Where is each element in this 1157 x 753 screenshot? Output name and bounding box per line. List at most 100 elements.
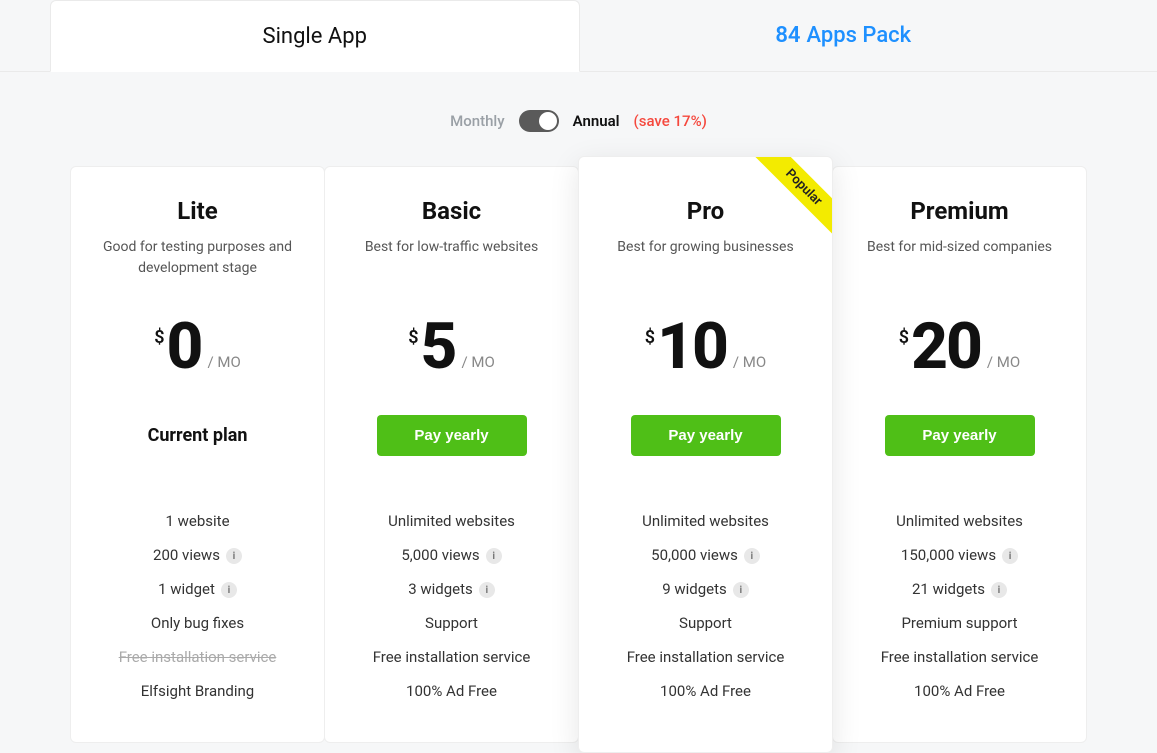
tab-pack-count: 84 xyxy=(775,23,800,48)
currency-symbol: $ xyxy=(154,327,164,348)
plan-price: 20 xyxy=(911,315,981,379)
feature-item: 150,000 views i xyxy=(849,538,1070,572)
feature-item: Only bug fixes xyxy=(87,606,308,640)
feature-item: Free installation service xyxy=(849,640,1070,674)
plan-desc: Best for mid-sized companies xyxy=(849,237,1070,279)
plan-card-pro: PopularProBest for growing businesses$10… xyxy=(578,156,833,753)
plan-features: 1 website 200 views i 1 widget i Only bug fix… xyxy=(87,504,308,708)
feature-item: 5,000 views i xyxy=(341,538,562,572)
plan-price-row: $10 / MO xyxy=(595,315,816,379)
plan-price: 5 xyxy=(421,315,456,379)
plan-price-row: $20/ MO xyxy=(849,315,1070,379)
feature-text: Free installation service xyxy=(881,648,1039,666)
pay-yearly-button[interactable]: Pay yearly xyxy=(631,415,781,456)
feature-item: Support xyxy=(595,606,816,640)
info-icon[interactable]: i xyxy=(991,582,1007,598)
feature-text: Unlimited websites xyxy=(896,512,1023,530)
plans-grid: LiteGood for testing purposes and develo… xyxy=(0,166,1157,743)
info-icon[interactable]: i xyxy=(744,548,760,564)
feature-text: 100% Ad Free xyxy=(660,682,751,700)
feature-text: Unlimited websites xyxy=(642,512,769,530)
feature-text: Free installation service xyxy=(627,648,785,666)
feature-text: 100% Ad Free xyxy=(406,682,497,700)
feature-text: 5,000 views xyxy=(401,546,479,564)
plan-features: Unlimited websites 5,000 views i 3 widgets i… xyxy=(341,504,562,708)
pricing-tabs: Single App 84 Apps Pack xyxy=(0,0,1157,72)
billing-annual-label[interactable]: Annual xyxy=(573,112,620,130)
feature-item: Unlimited websites xyxy=(849,504,1070,538)
plan-features: Unlimited websites150,000 viewsi21 widge… xyxy=(849,504,1070,708)
feature-item: Premium support xyxy=(849,606,1070,640)
plan-price: 0 xyxy=(167,315,202,379)
plan-price: 10 xyxy=(657,315,727,379)
pay-yearly-button[interactable]: Pay yearly xyxy=(885,415,1035,456)
feature-text: Only bug fixes xyxy=(151,614,244,632)
feature-item: Unlimited websites xyxy=(341,504,562,538)
info-icon[interactable]: i xyxy=(733,582,749,598)
plan-card-lite: LiteGood for testing purposes and develo… xyxy=(70,166,325,743)
tab-pack-label: Apps Pack xyxy=(806,23,911,48)
feature-text: 1 website xyxy=(165,512,229,530)
feature-item: 21 widgets i xyxy=(849,572,1070,606)
info-icon[interactable]: i xyxy=(221,582,237,598)
feature-text: 100% Ad Free xyxy=(914,682,1005,700)
billing-save-note: (save 17%) xyxy=(634,112,707,130)
feature-text: 150,000 views xyxy=(901,546,996,564)
feature-text: Premium support xyxy=(901,614,1017,632)
feature-text: 50,000 views xyxy=(651,546,738,564)
feature-text: 1 widget xyxy=(158,580,215,598)
plan-period: / MO xyxy=(733,353,766,371)
tab-single-app-label: Single App xyxy=(263,24,367,49)
feature-item: Unlimited websites xyxy=(595,504,816,538)
feature-item: Free installation service xyxy=(87,640,308,674)
plan-period: / MO xyxy=(207,353,240,371)
info-icon[interactable]: i xyxy=(1002,548,1018,564)
feature-item: 100% Ad Free xyxy=(849,674,1070,708)
feature-text: 21 widgets xyxy=(912,580,985,598)
plan-name: Premium xyxy=(849,197,1070,225)
feature-item: Free installation service xyxy=(595,640,816,674)
feature-item: Elfsight Branding xyxy=(87,674,308,708)
feature-item: 100% Ad Free xyxy=(595,674,816,708)
tab-single-app[interactable]: Single App xyxy=(50,0,580,72)
plan-card-basic: Basic Best for low-traffic websites $5 / MO… xyxy=(324,166,579,743)
feature-item: 3 widgets i xyxy=(341,572,562,606)
plan-period: / MO xyxy=(987,353,1020,371)
feature-text: Free installation service xyxy=(119,648,277,666)
plan-card-premium: PremiumBest for mid-sized companies$20/ … xyxy=(832,166,1087,743)
info-icon[interactable]: i xyxy=(226,548,242,564)
feature-text: 9 widgets xyxy=(662,580,727,598)
feature-text: Elfsight Branding xyxy=(141,682,254,700)
currency-symbol: $ xyxy=(645,327,655,348)
plan-period: / MO xyxy=(461,353,494,371)
plan-price-row: $0 / MO xyxy=(87,315,308,379)
plan-desc: Best for low-traffic websites xyxy=(341,237,562,279)
feature-text: 200 views xyxy=(153,546,220,564)
feature-text: Unlimited websites xyxy=(388,512,515,530)
feature-text: 3 widgets xyxy=(408,580,473,598)
plan-name: Basic xyxy=(341,197,562,225)
plan-desc: Good for testing purposes and developmen… xyxy=(87,237,308,279)
feature-item: 100% Ad Free xyxy=(341,674,562,708)
feature-item: 1 widget i xyxy=(87,572,308,606)
feature-item: 9 widgets i xyxy=(595,572,816,606)
current-plan-label: Current plan xyxy=(87,415,308,456)
feature-item: 200 views i xyxy=(87,538,308,572)
toggle-knob xyxy=(539,112,557,130)
plan-name: Pro xyxy=(595,197,816,225)
billing-toggle[interactable] xyxy=(519,110,559,132)
info-icon[interactable]: i xyxy=(486,548,502,564)
feature-text: Support xyxy=(679,614,732,632)
plan-desc: Best for growing businesses xyxy=(595,237,816,279)
feature-item: Support xyxy=(341,606,562,640)
pay-yearly-button[interactable]: Pay yearly xyxy=(377,415,527,456)
info-icon[interactable]: i xyxy=(479,582,495,598)
billing-monthly-label[interactable]: Monthly xyxy=(450,112,504,130)
plan-price-row: $5 / MO xyxy=(341,315,562,379)
plan-features: Unlimited websites50,000 viewsi9 widgets… xyxy=(595,504,816,708)
tab-apps-pack[interactable]: 84 Apps Pack xyxy=(580,0,1108,71)
feature-text: Support xyxy=(425,614,478,632)
feature-item: Free installation service xyxy=(341,640,562,674)
currency-symbol: $ xyxy=(408,327,418,348)
feature-item: 1 website xyxy=(87,504,308,538)
